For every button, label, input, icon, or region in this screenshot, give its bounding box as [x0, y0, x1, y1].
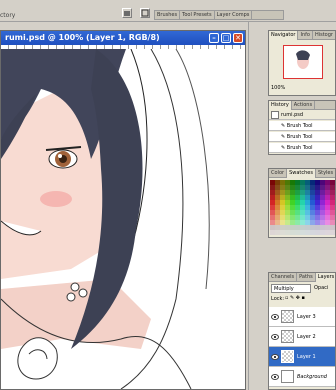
- visibility-eye-icon[interactable]: [271, 354, 279, 360]
- layer-thumbnail: [281, 370, 294, 383]
- visibility-eye-icon[interactable]: [271, 374, 279, 380]
- tab-histogram[interactable]: Histogr: [313, 31, 335, 40]
- tab-swatches[interactable]: Swatches: [287, 169, 316, 178]
- navigator-tabs: Navigator Info Histogr: [269, 31, 335, 40]
- well-tab-brushes[interactable]: Brushes: [155, 11, 181, 20]
- palette-well: Brushes Tool Presets Layer Comps: [154, 10, 284, 20]
- well-tab-tool-presets[interactable]: Tool Presets: [180, 11, 215, 20]
- tab-styles[interactable]: Styles: [316, 169, 335, 178]
- history-item-label: Brush Tool: [286, 145, 313, 151]
- document-window: rumi.psd @ 100% (Layer 1, RGB/8) – □ ✕: [0, 30, 246, 390]
- layer-name: Layer 2: [297, 334, 316, 340]
- lock-icons[interactable]: ▫ ✎ ✥ ▪: [285, 295, 305, 301]
- visibility-eye-icon[interactable]: [271, 334, 279, 340]
- brush-icon: ✎: [281, 123, 286, 129]
- navigator-thumbnail[interactable]: [283, 45, 323, 79]
- navigator-panel: Navigator Info Histogr 100%: [268, 30, 336, 96]
- layer-thumbnail: [281, 310, 294, 323]
- layer-name: Background: [297, 374, 327, 380]
- tab-channels[interactable]: Channels: [269, 273, 298, 282]
- layers-panel: Channels Paths Layers Multiply Opaci Lock:…: [268, 272, 336, 390]
- swatch-grid[interactable]: [270, 180, 335, 237]
- history-panel: History Actions rumi.psd ✎ Brush Tool ✎ B…: [268, 100, 336, 155]
- color-tabs: Color Swatches Styles: [269, 169, 335, 178]
- snapshot-thumb-icon: [271, 111, 279, 119]
- brush-icon: ✎: [281, 134, 286, 140]
- history-item-label: Brush Tool: [286, 123, 313, 129]
- close-button[interactable]: ✕: [233, 33, 243, 43]
- tab-actions[interactable]: Actions: [292, 101, 316, 110]
- tab-history[interactable]: History: [269, 101, 292, 110]
- swatch[interactable]: [330, 230, 335, 235]
- layer-name: Layer 3: [297, 314, 316, 320]
- layer-row-selected[interactable]: Layer 1: [269, 347, 335, 367]
- artwork-canvas[interactable]: [1, 49, 245, 389]
- snapshot-label: rumi.psd: [281, 112, 304, 118]
- swatches-panel: Color Swatches Styles: [268, 168, 336, 238]
- palette-icon[interactable]: [140, 8, 150, 18]
- history-snapshot[interactable]: rumi.psd: [269, 110, 335, 120]
- navigator-preview: [296, 50, 310, 69]
- history-item[interactable]: ✎ Brush Tool: [269, 132, 335, 142]
- blend-mode-value: Multiply: [274, 286, 294, 292]
- layers-tabs: Channels Paths Layers: [269, 273, 335, 282]
- history-item[interactable]: ✎ Brush Tool: [269, 121, 335, 131]
- tab-navigator[interactable]: Navigator: [269, 31, 299, 40]
- well-tab-layer-comps[interactable]: Layer Comps: [215, 11, 253, 20]
- tab-paths[interactable]: Paths: [297, 273, 316, 282]
- layer-row[interactable]: Layer 2: [269, 327, 335, 347]
- history-item-label: Brush Tool: [286, 134, 313, 140]
- document-title-bar[interactable]: rumi.psd @ 100% (Layer 1, RGB/8) – □ ✕: [1, 31, 245, 45]
- tab-layers[interactable]: Layers: [315, 273, 335, 282]
- tab-info[interactable]: Info: [298, 31, 313, 40]
- options-label: ctory: [0, 12, 16, 19]
- folder-icon: [124, 11, 130, 16]
- layer-thumbnail: [281, 350, 294, 363]
- layer-row[interactable]: Background: [269, 367, 335, 387]
- tab-color[interactable]: Color: [269, 169, 288, 178]
- file-browser-icon[interactable]: [122, 8, 132, 18]
- blend-mode-select[interactable]: Multiply: [271, 284, 311, 293]
- dock-separator: [248, 22, 266, 390]
- minimize-button[interactable]: –: [209, 33, 219, 43]
- maximize-button[interactable]: □: [221, 33, 231, 43]
- layer-name: Layer 1: [297, 354, 316, 360]
- brush-icon: ✎: [281, 145, 286, 151]
- window-icon: [141, 9, 149, 17]
- document-title: rumi.psd @ 100% (Layer 1, RGB/8): [5, 33, 160, 42]
- layer-thumbnail: [281, 330, 294, 343]
- history-item[interactable]: ✎ Brush Tool: [269, 143, 335, 153]
- opacity-label: Opaci: [314, 285, 329, 291]
- lock-label: Lock:: [271, 296, 285, 302]
- history-tabs: History Actions: [269, 101, 335, 110]
- navigator-zoom[interactable]: 100%: [271, 85, 285, 91]
- visibility-eye-icon[interactable]: [271, 314, 279, 320]
- layer-row[interactable]: Layer 3: [269, 307, 335, 327]
